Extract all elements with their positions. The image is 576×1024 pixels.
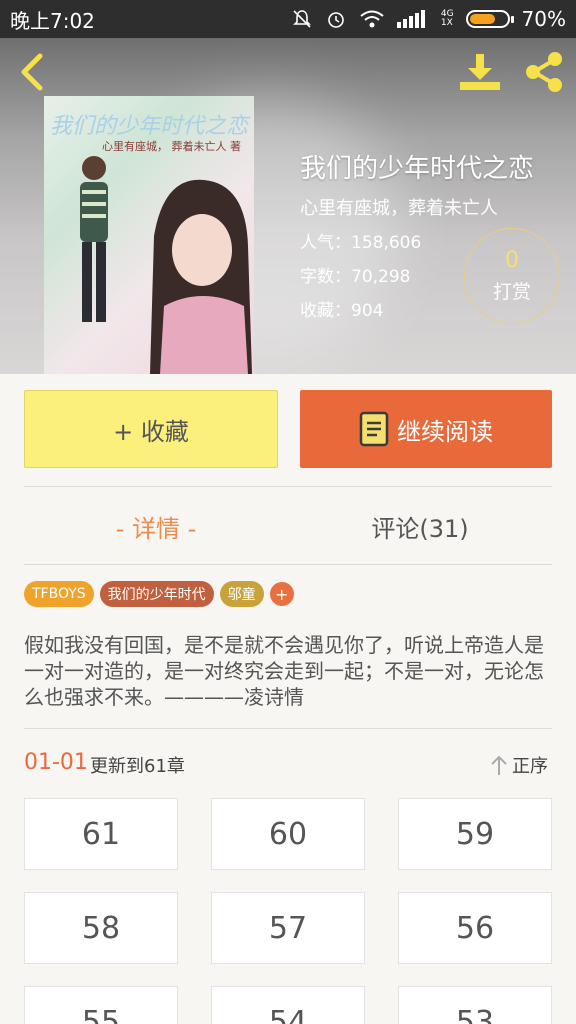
signal-icon bbox=[396, 10, 425, 28]
download-icon[interactable] bbox=[458, 52, 502, 92]
chevron-left-icon[interactable] bbox=[14, 50, 54, 94]
chapter-button[interactable]: 58 bbox=[24, 892, 178, 964]
divider bbox=[24, 564, 552, 565]
cover-figure-girl bbox=[150, 179, 252, 374]
mute-icon bbox=[292, 10, 311, 28]
sort-order-label: 正序 bbox=[512, 756, 548, 777]
collect-button[interactable]: + 收藏 bbox=[24, 390, 278, 468]
share-icon[interactable] bbox=[522, 50, 566, 94]
network-type: 4G 1X bbox=[440, 9, 454, 28]
alarm-icon bbox=[328, 12, 344, 28]
book-description: 假如我没有回国，是不是就不会遇见你了，听说上帝造人是一对一对造的，是一对终究会走… bbox=[24, 633, 544, 709]
tab-comments[interactable]: 评论(31) bbox=[288, 506, 552, 546]
tip-button[interactable]: 0 打赏 bbox=[464, 228, 560, 324]
chapter-button[interactable]: 54 bbox=[211, 986, 365, 1024]
chapter-button[interactable]: 60 bbox=[211, 798, 365, 870]
tag-tfboys[interactable]: TFBOYS bbox=[24, 581, 94, 607]
sort-order-button[interactable]: 正序 bbox=[490, 752, 548, 778]
status-icons: 4G 1X 70% bbox=[291, 7, 566, 31]
tip-count: 0 bbox=[505, 248, 519, 273]
continue-reading-label: 继续阅读 bbox=[397, 417, 493, 446]
book-icon bbox=[359, 411, 389, 447]
cover-title: 我们的少年时代之恋 bbox=[49, 114, 248, 139]
chapter-button[interactable]: 56 bbox=[398, 892, 552, 964]
battery-percent: 70% bbox=[521, 7, 566, 31]
popularity-stat: 人气：158,606 bbox=[300, 233, 422, 253]
book-title: 我们的少年时代之恋 bbox=[300, 154, 535, 184]
arrow-up-icon bbox=[491, 755, 507, 775]
tip-label: 打赏 bbox=[492, 281, 531, 303]
status-bar: 晚上7:02 4G 1X 70% bbox=[0, 0, 576, 38]
divider bbox=[24, 486, 552, 487]
battery-icon bbox=[465, 10, 514, 28]
favorites-stat: 收藏：904 bbox=[300, 301, 384, 321]
add-tag-button[interactable]: + bbox=[269, 582, 294, 606]
chapter-button[interactable]: 59 bbox=[398, 798, 552, 870]
chapter-button[interactable]: 57 bbox=[211, 892, 365, 964]
tag-list: TFBOYS 我们的少年时代 邬童 + bbox=[24, 581, 294, 607]
tag-character[interactable]: 邬童 bbox=[219, 581, 264, 607]
update-date: 01-01 bbox=[24, 750, 88, 775]
chapter-button[interactable]: 53 bbox=[398, 986, 552, 1024]
tag-series[interactable]: 我们的少年时代 bbox=[99, 581, 214, 607]
chapter-button[interactable]: 55 bbox=[24, 986, 178, 1024]
continue-reading-button[interactable]: 继续阅读 bbox=[300, 390, 552, 468]
book-cover[interactable]: 我们的少年时代之恋 心里有座城， 葬着未亡人 著 bbox=[44, 96, 254, 374]
book-header: 我们的少年时代之恋 心里有座城， 葬着未亡人 著 我们的少年时代之恋 心里有座城… bbox=[0, 38, 576, 374]
word-count-stat: 字数：70,298 bbox=[300, 267, 411, 287]
chapter-button[interactable]: 61 bbox=[24, 798, 178, 870]
divider bbox=[24, 728, 552, 729]
wifi-icon bbox=[360, 10, 384, 28]
tab-detail[interactable]: - 详情 - bbox=[24, 506, 288, 546]
battery-fill bbox=[469, 14, 495, 24]
cover-figure-boy bbox=[80, 156, 108, 322]
status-time: 晚上7:02 bbox=[10, 8, 95, 33]
update-text: 更新到61章 bbox=[90, 756, 185, 777]
book-author: 心里有座城，葬着未亡人 bbox=[300, 198, 498, 219]
